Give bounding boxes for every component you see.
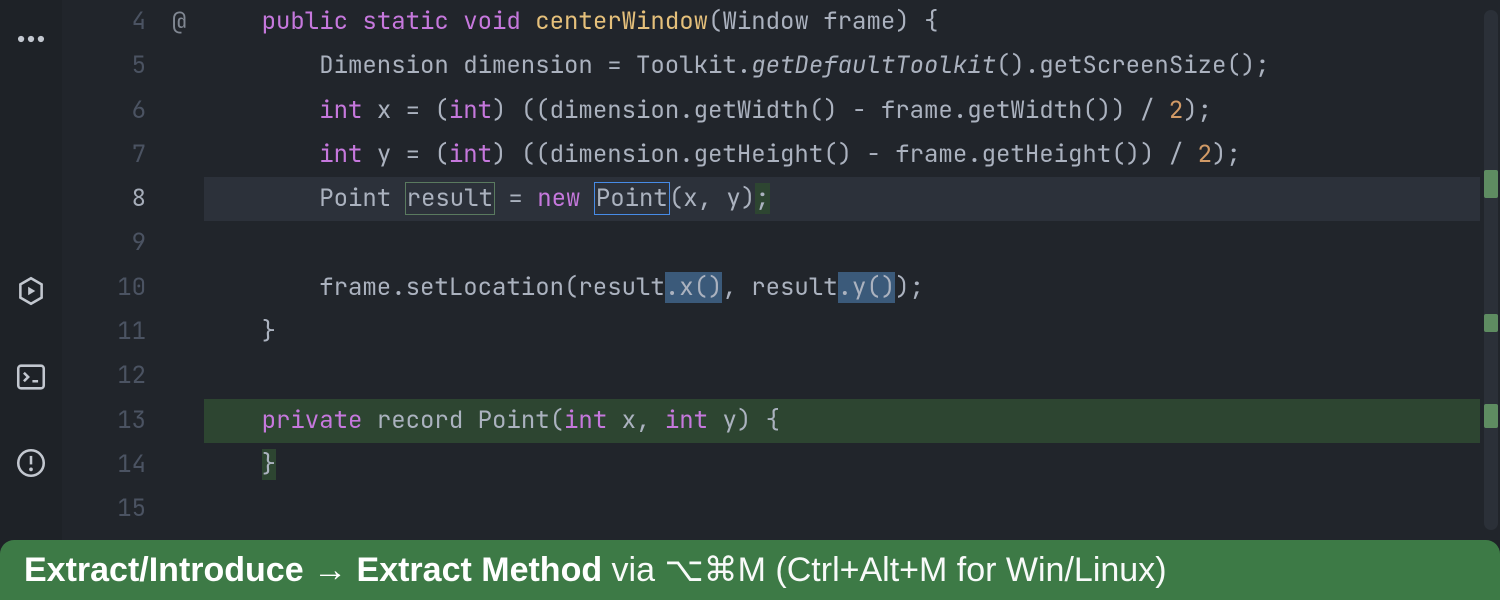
code-line[interactable]: 14 }: [62, 443, 1480, 487]
change-marker: [1484, 404, 1498, 428]
code-content[interactable]: int x = (int) ((dimension.getWidth() - f…: [204, 89, 1480, 133]
change-marker: [1484, 170, 1498, 198]
hint-via: via: [602, 551, 664, 590]
line-number: 4: [62, 0, 170, 44]
editor-lines[interactable]: 4@ public static void centerWindow(Windo…: [62, 0, 1480, 540]
hint-shortcut-mac: ⌥⌘M: [664, 550, 766, 590]
gutter-annotation: @: [170, 0, 204, 44]
code-content[interactable]: [204, 354, 1480, 398]
code-content[interactable]: int y = (int) ((dimension.getHeight() - …: [204, 133, 1480, 177]
code-content[interactable]: Dimension dimension = Toolkit.getDefault…: [204, 44, 1480, 88]
code-line[interactable]: 15: [62, 487, 1480, 531]
line-number: 8: [62, 177, 170, 221]
problems-icon[interactable]: [14, 446, 48, 480]
code-line[interactable]: 9: [62, 221, 1480, 265]
code-line[interactable]: 7 int y = (int) ((dimension.getHeight() …: [62, 133, 1480, 177]
line-number: 7: [62, 133, 170, 177]
line-number: 6: [62, 89, 170, 133]
code-line[interactable]: 10 frame.setLocation(result.x(), result.…: [62, 266, 1480, 310]
editor[interactable]: 4@ public static void centerWindow(Windo…: [62, 0, 1500, 540]
ide-root: 4@ public static void centerWindow(Windo…: [0, 0, 1500, 600]
code-line[interactable]: 5 Dimension dimension = Toolkit.getDefau…: [62, 44, 1480, 88]
code-line[interactable]: 12: [62, 354, 1480, 398]
line-number: 5: [62, 44, 170, 88]
code-content[interactable]: frame.setLocation(result.x(), result.y()…: [204, 266, 1480, 310]
line-number: 13: [62, 399, 170, 443]
code-content[interactable]: [204, 487, 1480, 531]
code-line[interactable]: 6 int x = (int) ((dimension.getWidth() -…: [62, 89, 1480, 133]
terminal-icon[interactable]: [14, 360, 48, 394]
left-toolbar: [0, 0, 62, 540]
code-content[interactable]: }: [204, 443, 1480, 487]
line-number: 15: [62, 487, 170, 531]
change-marker: [1484, 314, 1498, 332]
code-line[interactable]: 4@ public static void centerWindow(Windo…: [62, 0, 1480, 44]
code-content[interactable]: public static void centerWindow(Window f…: [204, 0, 1480, 44]
code-line[interactable]: 8 Point result = new Point(x, y);: [62, 177, 1480, 221]
line-number: 9: [62, 221, 170, 265]
more-icon[interactable]: [14, 22, 48, 56]
code-content[interactable]: Point result = new Point(x, y);: [204, 177, 1480, 221]
hint-rest: (Ctrl+Alt+M for Win/Linux): [766, 551, 1167, 590]
code-content[interactable]: }: [204, 310, 1480, 354]
line-number: 12: [62, 354, 170, 398]
scrollbar-track[interactable]: [1484, 10, 1498, 530]
main-area: 4@ public static void centerWindow(Windo…: [0, 0, 1500, 540]
code-content[interactable]: [204, 221, 1480, 265]
hint-bar: Extract/Introduce → Extract Method via ⌥…: [0, 540, 1500, 600]
line-number: 14: [62, 443, 170, 487]
run-icon[interactable]: [14, 274, 48, 308]
code-content[interactable]: private record Point(int x, int y) {: [204, 399, 1480, 443]
line-number: 11: [62, 310, 170, 354]
hint-action: Extract/Introduce → Extract Method: [24, 551, 602, 590]
line-number: 10: [62, 266, 170, 310]
code-line[interactable]: 11 }: [62, 310, 1480, 354]
code-line[interactable]: 13 private record Point(int x, int y) {: [62, 399, 1480, 443]
scrollbar-gutter[interactable]: [1480, 0, 1500, 540]
